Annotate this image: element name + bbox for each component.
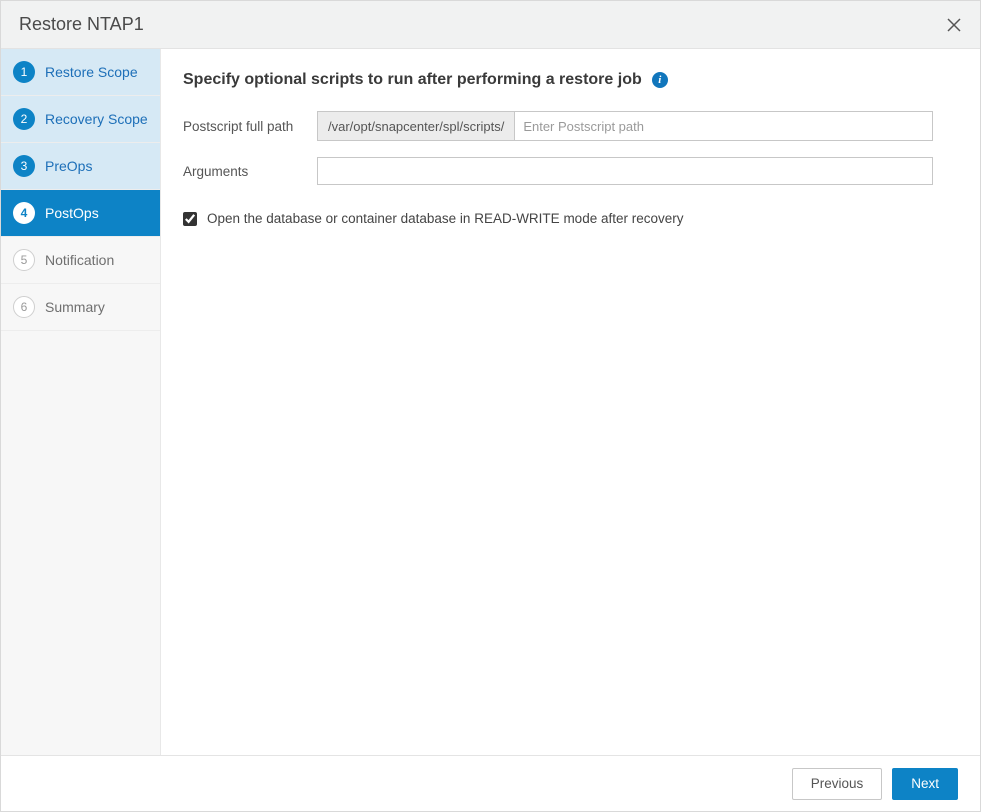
arguments-label: Arguments xyxy=(183,164,317,179)
step-label: Notification xyxy=(45,252,114,268)
step-notification[interactable]: 5 Notification xyxy=(1,237,160,284)
dialog-title: Restore NTAP1 xyxy=(19,14,144,35)
step-label: Summary xyxy=(45,299,105,315)
page-heading: Specify optional scripts to run after pe… xyxy=(183,71,642,89)
dialog-footer: Previous Next xyxy=(1,755,980,811)
titlebar: Restore NTAP1 xyxy=(1,1,980,49)
step-preops[interactable]: 3 PreOps xyxy=(1,143,160,190)
postscript-path-group: /var/opt/snapcenter/spl/scripts/ xyxy=(317,111,933,141)
arguments-input[interactable] xyxy=(317,157,933,185)
postscript-path-input[interactable] xyxy=(515,112,932,140)
previous-button[interactable]: Previous xyxy=(792,768,883,800)
dialog-body: 1 Restore Scope 2 Recovery Scope 3 PreOp… xyxy=(1,49,980,755)
postscript-path-prefix: /var/opt/snapcenter/spl/scripts/ xyxy=(318,112,515,140)
postscript-path-row: Postscript full path /var/opt/snapcenter… xyxy=(183,111,954,141)
step-restore-scope[interactable]: 1 Restore Scope xyxy=(1,49,160,96)
step-badge: 6 xyxy=(13,296,35,318)
step-badge: 5 xyxy=(13,249,35,271)
info-icon[interactable]: i xyxy=(652,72,668,88)
step-label: Recovery Scope xyxy=(45,111,148,127)
step-badge: 2 xyxy=(13,108,35,130)
step-recovery-scope[interactable]: 2 Recovery Scope xyxy=(1,96,160,143)
step-postops[interactable]: 4 PostOps xyxy=(1,190,160,237)
open-rw-label[interactable]: Open the database or container database … xyxy=(207,211,684,226)
open-rw-row: Open the database or container database … xyxy=(183,211,954,226)
step-badge: 3 xyxy=(13,155,35,177)
step-summary[interactable]: 6 Summary xyxy=(1,284,160,331)
close-icon[interactable] xyxy=(942,13,966,37)
step-badge: 1 xyxy=(13,61,35,83)
step-label: PostOps xyxy=(45,205,99,221)
heading-row: Specify optional scripts to run after pe… xyxy=(183,71,954,89)
restore-dialog: Restore NTAP1 1 Restore Scope 2 Recovery… xyxy=(0,0,981,812)
main-panel: Specify optional scripts to run after pe… xyxy=(161,49,980,755)
open-rw-checkbox[interactable] xyxy=(183,212,197,226)
step-badge: 4 xyxy=(13,202,35,224)
step-label: PreOps xyxy=(45,158,92,174)
wizard-sidebar: 1 Restore Scope 2 Recovery Scope 3 PreOp… xyxy=(1,49,161,755)
arguments-row: Arguments xyxy=(183,157,954,185)
next-button[interactable]: Next xyxy=(892,768,958,800)
step-label: Restore Scope xyxy=(45,64,138,80)
postscript-path-label: Postscript full path xyxy=(183,119,317,134)
